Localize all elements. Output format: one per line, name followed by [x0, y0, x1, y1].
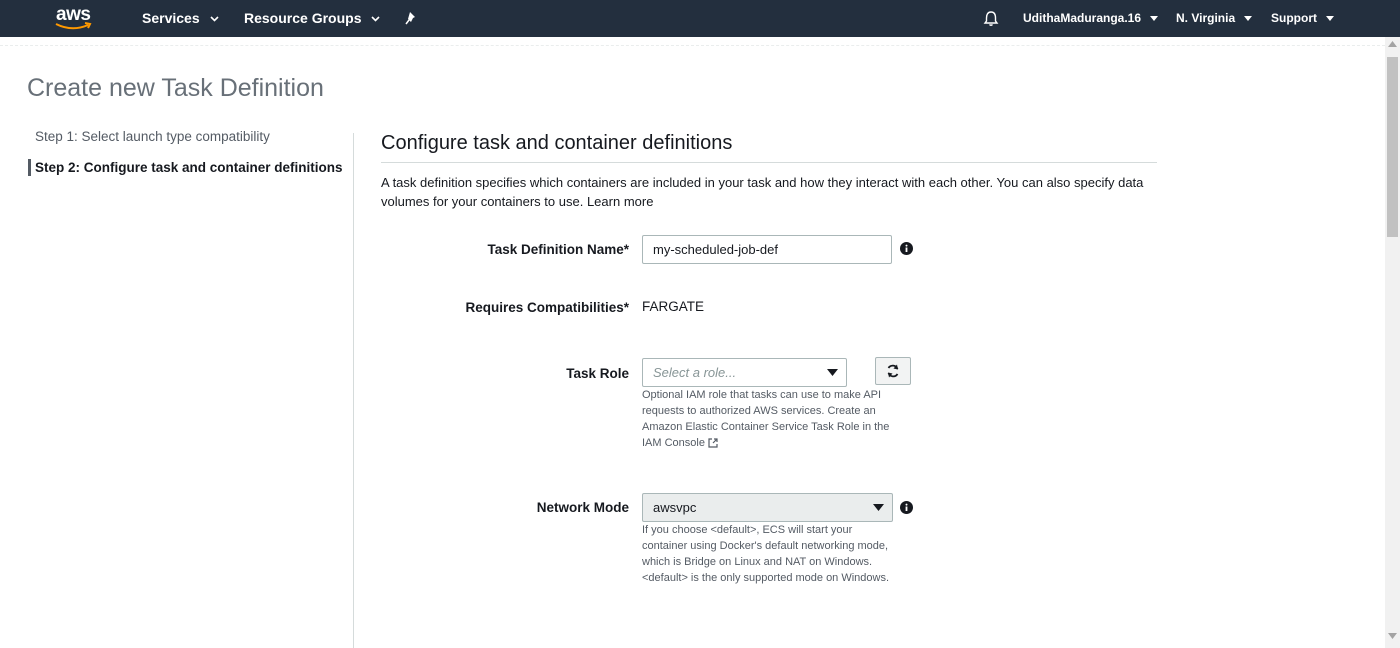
learn-more-link[interactable]: Learn more	[587, 194, 653, 209]
task-role-label: Task Role	[566, 366, 629, 381]
section-description-text: A task definition specifies which contai…	[381, 175, 1144, 209]
network-mode-label: Network Mode	[536, 500, 629, 515]
requires-compatibilities-label: Requires Compatibilities*	[465, 300, 629, 315]
step-1-link[interactable]: Step 1: Select launch type compatibility	[28, 128, 348, 145]
page-scrollbar[interactable]	[1385, 37, 1400, 648]
step-2-current: Step 2: Configure task and container def…	[28, 159, 348, 176]
task-definition-name-label: Task Definition Name*	[487, 242, 629, 257]
steps-divider	[353, 133, 354, 648]
chevron-down-icon	[209, 16, 219, 22]
chevron-down-icon	[1326, 16, 1335, 22]
task-role-select[interactable]: Select a role...	[642, 358, 847, 387]
resource-groups-menu[interactable]: Resource Groups	[244, 0, 380, 37]
user-name: UdithaMaduranga.16	[1023, 11, 1142, 25]
task-role-help-text: Optional IAM role that tasks can use to …	[642, 389, 890, 433]
aws-smile-icon	[55, 22, 92, 30]
network-mode-select[interactable]: awsvpc	[642, 493, 893, 522]
user-menu[interactable]: UdithaMaduranga.16	[1023, 0, 1159, 37]
section-title: Configure task and container definitions	[381, 132, 733, 154]
task-definition-name-input[interactable]	[642, 235, 892, 264]
info-icon[interactable]	[900, 501, 913, 514]
refresh-roles-button[interactable]	[875, 357, 911, 385]
info-icon[interactable]	[900, 242, 913, 255]
page-title: Create new Task Definition	[27, 74, 324, 102]
refresh-icon	[887, 364, 899, 378]
services-menu[interactable]: Services	[142, 0, 219, 37]
requires-compatibilities-value: FARGATE	[642, 299, 705, 314]
top-navigation-bar: aws Services Resource Groups UdithaMadur…	[0, 0, 1400, 37]
resource-groups-label: Resource Groups	[244, 10, 362, 26]
section-description: A task definition specifies which contai…	[381, 173, 1161, 211]
scroll-down-icon[interactable]	[1388, 633, 1397, 639]
iam-console-link[interactable]: IAM Console	[642, 437, 718, 449]
bell-icon[interactable]	[983, 10, 999, 27]
caret-down-icon	[873, 504, 884, 511]
network-mode-value: awsvpc	[653, 500, 697, 515]
network-mode-help: If you choose <default>, ECS will start …	[642, 524, 890, 584]
task-role-help: Optional IAM role that tasks can use to …	[642, 387, 897, 451]
chevron-down-icon	[371, 16, 380, 22]
scrollbar-thumb[interactable]	[1387, 57, 1398, 237]
region-menu[interactable]: N. Virginia	[1176, 0, 1253, 37]
services-label: Services	[142, 10, 200, 26]
region-name: N. Virginia	[1176, 11, 1236, 25]
support-label: Support	[1271, 11, 1317, 25]
section-divider	[381, 162, 1157, 163]
chevron-down-icon	[1244, 16, 1253, 22]
external-link-icon	[708, 438, 718, 448]
support-menu[interactable]: Support	[1271, 0, 1335, 37]
caret-down-icon	[827, 369, 838, 376]
wizard-steps: Step 1: Select launch type compatibility…	[28, 128, 348, 190]
chevron-down-icon	[1150, 16, 1159, 22]
task-role-placeholder: Select a role...	[653, 365, 737, 380]
nav-divider	[0, 37, 1385, 46]
scroll-up-icon[interactable]	[1388, 41, 1397, 47]
pin-icon[interactable]	[405, 11, 419, 25]
aws-logo[interactable]: aws	[54, 4, 94, 32]
